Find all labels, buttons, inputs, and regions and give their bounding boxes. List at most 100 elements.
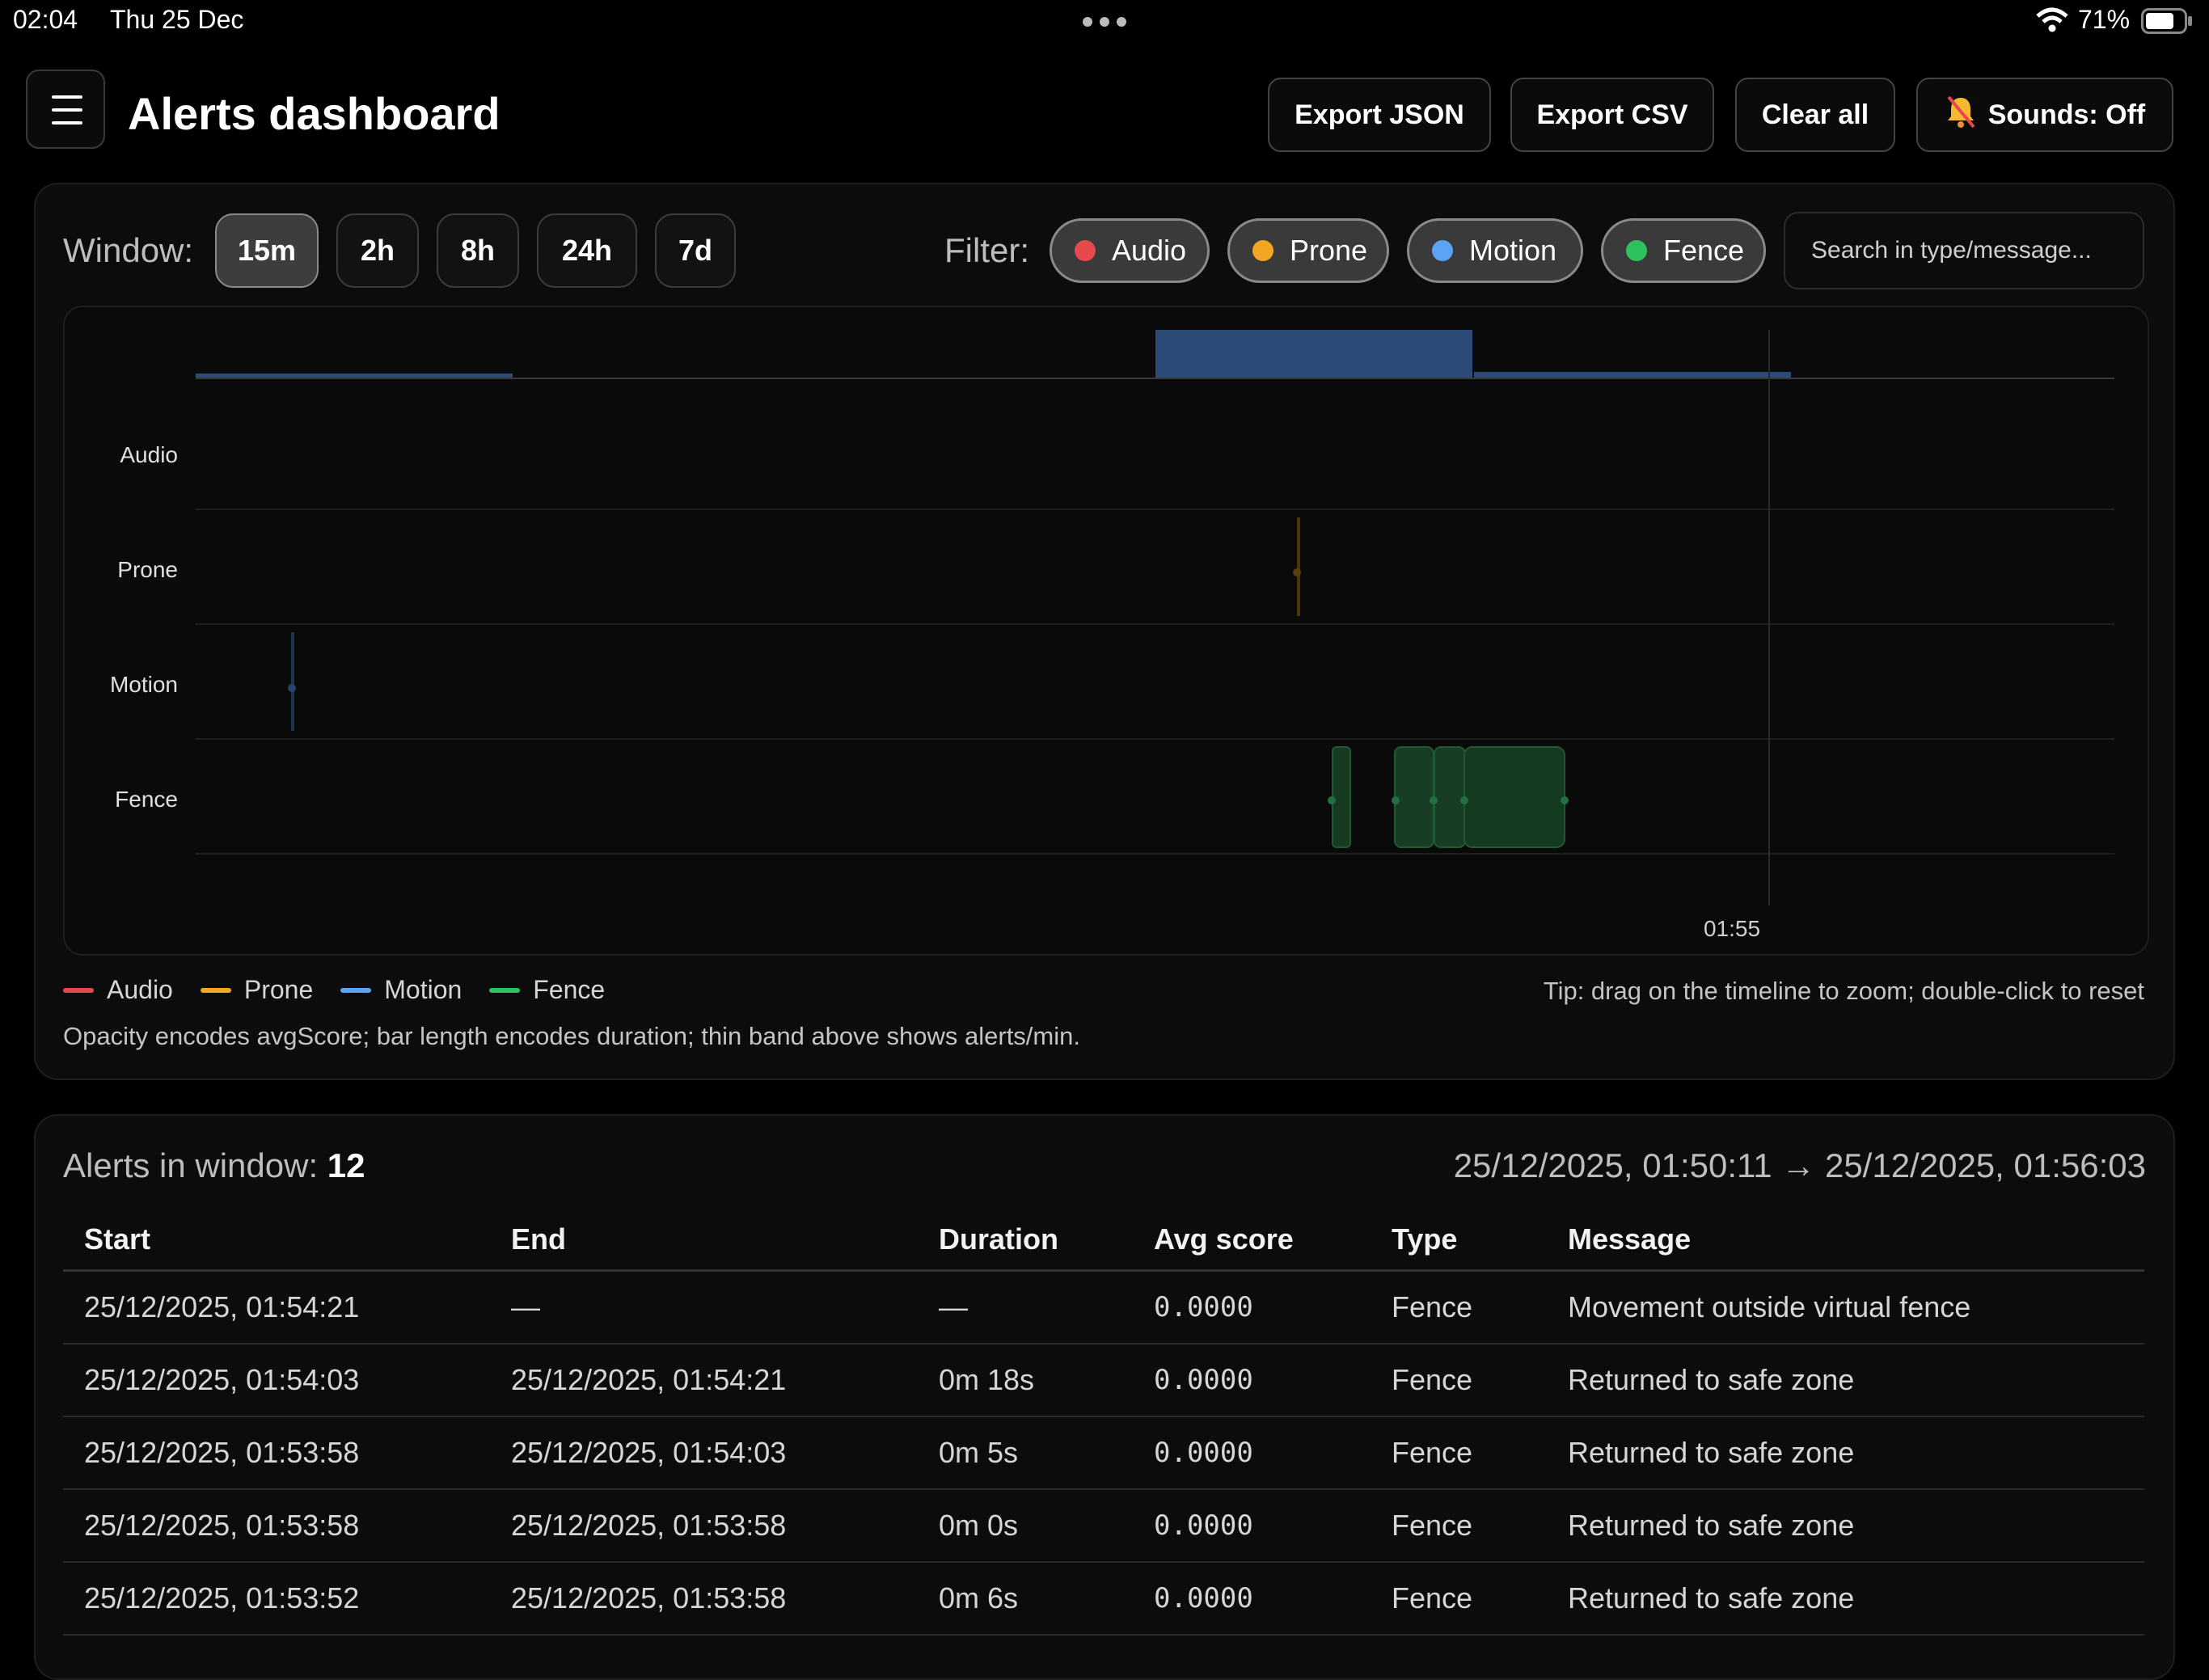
sounds-label: Sounds: Off — [1987, 99, 2146, 130]
cell-type: Fence — [1371, 1489, 1547, 1563]
column-header-type[interactable]: Type — [1371, 1209, 1547, 1272]
window-button-24h[interactable]: 24h — [537, 213, 637, 288]
chart-encoding-note: Opacity encodes avgScore; bar length enc… — [63, 1022, 1080, 1050]
cell-end: 25/12/2025, 01:54:03 — [490, 1416, 918, 1490]
zoom-tip: Tip: drag on the timeline to zoom; doubl… — [1543, 977, 2144, 1005]
menu-icon-bar — [52, 121, 82, 125]
chart-legend: Audio Prone Motion Fence — [63, 975, 605, 1005]
column-header-message[interactable]: Message — [1547, 1209, 2144, 1272]
x-tick-label: 01:55 — [1704, 916, 1760, 941]
cell-message: Returned to safe zone — [1547, 1562, 2144, 1636]
rate-bar — [1474, 372, 1791, 378]
alerts-count-label: Alerts in window: — [63, 1146, 319, 1184]
cell-message: Returned to safe zone — [1547, 1489, 2144, 1563]
cell-end: 25/12/2025, 01:54:21 — [490, 1344, 918, 1417]
window-button-8h[interactable]: 8h — [437, 213, 519, 288]
battery-percent: 71% — [2078, 5, 2131, 34]
cell-avg-score: 0.0000 — [1133, 1344, 1371, 1417]
search-input[interactable] — [1784, 212, 2144, 289]
status-time: 02:04 — [13, 5, 78, 34]
timeline-svg[interactable]: Audio Prone Motion Fence 01:55 — [65, 307, 2148, 954]
audio-legend-swatch — [63, 987, 94, 993]
export-json-button[interactable]: Export JSON — [1268, 78, 1491, 152]
cell-duration: — — [918, 1270, 1133, 1344]
event-bar[interactable] — [1332, 746, 1351, 848]
window-range: 25/12/2025, 01:50:11 → 25/12/2025, 01:56… — [1453, 1146, 2146, 1184]
event-bar[interactable] — [1394, 746, 1434, 848]
row-label-audio: Audio — [120, 442, 178, 467]
filter-chip-prone[interactable]: Prone — [1227, 218, 1389, 283]
filter-chip-audio[interactable]: Audio — [1050, 218, 1210, 283]
filter-chip-label: Fence — [1663, 234, 1745, 267]
cell-start: 25/12/2025, 01:53:58 — [63, 1489, 490, 1563]
event-bar[interactable] — [1434, 746, 1466, 848]
cell-end: — — [490, 1270, 918, 1344]
filter-chip-fence[interactable]: Fence — [1601, 218, 1766, 283]
rate-band — [196, 330, 2114, 379]
cell-end: 25/12/2025, 01:53:58 — [490, 1562, 918, 1636]
window-button-15m[interactable]: 15m — [215, 213, 319, 288]
export-csv-button[interactable]: Export CSV — [1510, 78, 1714, 152]
prone-legend-swatch — [200, 987, 231, 993]
event-marker — [1561, 796, 1569, 804]
filter-chip-label: Audio — [1112, 234, 1187, 267]
table-row[interactable]: 25/12/2025, 01:53:58 25/12/2025, 01:54:0… — [63, 1416, 2144, 1490]
menu-button[interactable] — [26, 70, 105, 149]
cell-avg-score: 0.0000 — [1133, 1416, 1371, 1490]
legend-label-motion: Motion — [384, 975, 462, 1004]
event-marker — [1392, 796, 1400, 804]
column-header-avg-score[interactable]: Avg score — [1133, 1209, 1371, 1272]
cell-start: 25/12/2025, 01:53:58 — [63, 1416, 490, 1490]
cell-start: 25/12/2025, 01:54:03 — [63, 1344, 490, 1417]
window-button-2h[interactable]: 2h — [336, 213, 419, 288]
page-title: Alerts dashboard — [128, 88, 501, 139]
cell-message: Returned to safe zone — [1547, 1344, 2144, 1417]
rate-bar — [1155, 330, 1472, 378]
rate-bar — [196, 374, 513, 378]
column-header-duration[interactable]: Duration — [918, 1209, 1133, 1272]
prone-dot-icon — [1252, 240, 1273, 261]
event-marker — [288, 684, 296, 692]
clear-all-button[interactable]: Clear all — [1735, 78, 1895, 152]
table-row[interactable]: 25/12/2025, 01:53:52 25/12/2025, 01:53:5… — [63, 1562, 2144, 1636]
legend-label-fence: Fence — [533, 975, 606, 1004]
filter-chip-label: Prone — [1290, 234, 1368, 267]
event-motion[interactable] — [288, 632, 296, 731]
motion-dot-icon — [1432, 240, 1453, 261]
filter-chip-motion[interactable]: Motion — [1407, 218, 1583, 283]
column-header-end[interactable]: End — [490, 1209, 918, 1272]
table-row[interactable]: 25/12/2025, 01:54:21 — — 0.0000 Fence Mo… — [63, 1270, 2144, 1344]
menu-icon-bar — [52, 108, 82, 112]
table-row[interactable]: 25/12/2025, 01:53:58 25/12/2025, 01:53:5… — [63, 1489, 2144, 1563]
window-button-7d[interactable]: 7d — [655, 213, 736, 288]
sounds-toggle-button[interactable]: Sounds: Off — [1916, 78, 2173, 152]
filter-chip-label: Motion — [1469, 234, 1557, 267]
cell-message: Returned to safe zone — [1547, 1416, 2144, 1490]
event-prone[interactable] — [1293, 517, 1301, 616]
table-row[interactable]: 25/12/2025, 01:54:03 25/12/2025, 01:54:2… — [63, 1344, 2144, 1417]
bell-slash-icon — [1945, 95, 1977, 136]
row-label-fence: Fence — [115, 787, 178, 812]
cell-duration: 0m 0s — [918, 1489, 1133, 1563]
cell-avg-score: 0.0000 — [1133, 1562, 1371, 1636]
column-header-start[interactable]: Start — [63, 1209, 490, 1272]
cell-type: Fence — [1371, 1562, 1547, 1636]
battery-icon — [2141, 8, 2193, 34]
row-label-prone: Prone — [117, 557, 178, 582]
cell-end: 25/12/2025, 01:53:58 — [490, 1489, 918, 1563]
event-bar[interactable] — [1464, 746, 1565, 848]
filter-label: Filter: — [944, 231, 1029, 269]
timeline-chart[interactable]: Audio Prone Motion Fence 01:55 — [63, 306, 2149, 956]
motion-legend-swatch — [340, 987, 372, 993]
cell-duration: 0m 6s — [918, 1562, 1133, 1636]
cell-duration: 0m 18s — [918, 1344, 1133, 1417]
event-fence-group[interactable] — [1328, 746, 1569, 848]
alerts-count: Alerts in window: 12 — [63, 1146, 365, 1185]
legend-label-prone: Prone — [243, 975, 314, 1004]
event-marker — [1293, 568, 1301, 576]
row-label-motion: Motion — [110, 672, 178, 697]
window-label: Window: — [63, 231, 194, 269]
multitasking-dots-icon[interactable] — [1082, 16, 1127, 27]
cell-message: Movement outside virtual fence — [1547, 1270, 2144, 1344]
fence-legend-swatch — [489, 987, 521, 993]
